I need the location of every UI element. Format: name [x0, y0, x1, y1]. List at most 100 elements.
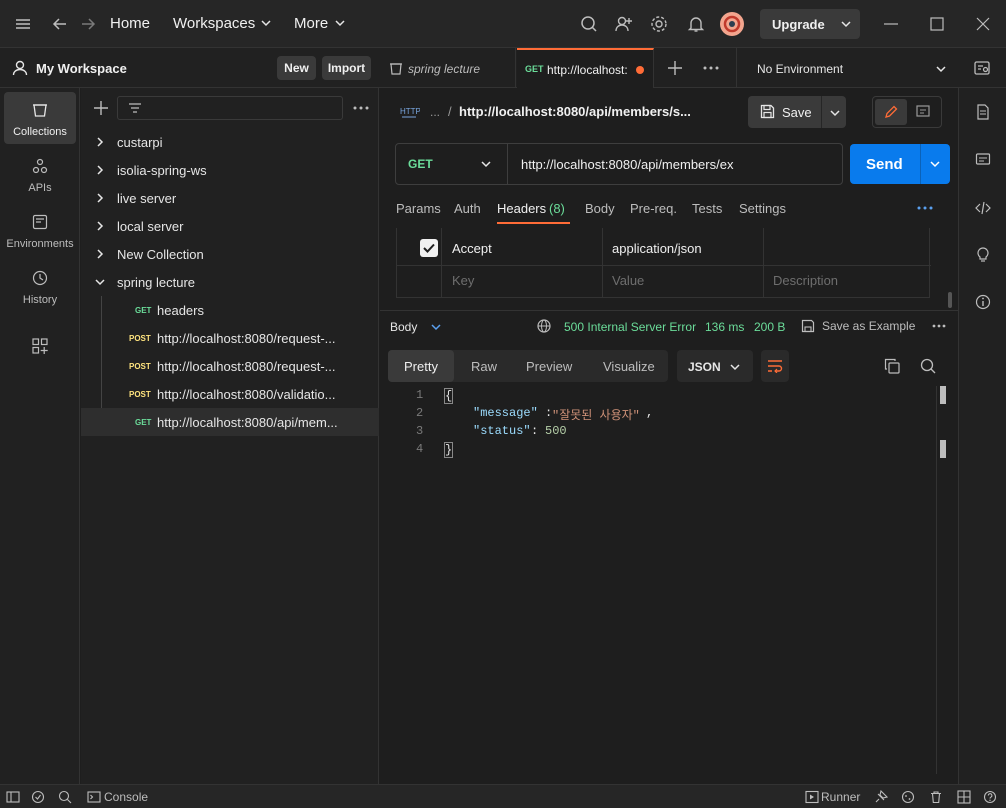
tab-spring-lecture[interactable]: spring lecture — [380, 48, 516, 88]
console-button[interactable]: Console — [104, 790, 148, 804]
minimize-icon[interactable] — [884, 23, 898, 25]
copy-icon[interactable] — [884, 358, 900, 374]
back-arrow-icon[interactable] — [52, 16, 68, 32]
menu-icon[interactable] — [14, 16, 32, 32]
breadcrumb-ellipsis[interactable]: ... — [430, 105, 440, 119]
url-input[interactable]: http://localhost:8080/api/members/ex — [521, 157, 733, 172]
environment-quicklook-icon[interactable] — [974, 60, 990, 76]
request-item[interactable]: GET headers — [81, 296, 379, 324]
collection-item[interactable]: local server — [81, 212, 379, 240]
new-button[interactable]: New — [277, 56, 316, 80]
capture-icon[interactable] — [874, 790, 888, 804]
invite-user-icon[interactable] — [615, 15, 633, 33]
chevron-down-icon[interactable] — [929, 159, 941, 169]
online-status-icon[interactable] — [31, 790, 45, 804]
comment-mode-icon[interactable] — [916, 105, 930, 119]
more-menu[interactable]: More — [294, 15, 328, 32]
add-ons-icon[interactable] — [32, 338, 48, 354]
collection-item[interactable]: spring lecture — [81, 268, 379, 296]
tab-tests[interactable]: Tests — [692, 201, 722, 216]
code-scrollbar[interactable] — [940, 386, 946, 404]
sidebar-item-collections[interactable]: Collections — [4, 92, 76, 144]
response-code[interactable]: 1 2 3 4 { "message" : "잘못된 사용자" , "statu… — [380, 386, 950, 506]
collection-item[interactable]: New Collection — [81, 240, 379, 268]
description-placeholder[interactable]: Description — [773, 273, 838, 288]
gear-icon[interactable] — [650, 15, 668, 33]
response-time[interactable]: 136 ms — [705, 320, 744, 334]
filter-input[interactable] — [117, 96, 343, 120]
tab-params[interactable]: Params — [396, 201, 441, 216]
forward-arrow-icon[interactable] — [80, 16, 96, 32]
layout-icon[interactable] — [957, 790, 971, 804]
trash-icon[interactable] — [929, 790, 943, 804]
status-badge[interactable]: 500 Internal Server Error — [564, 320, 696, 334]
response-size[interactable]: 200 B — [754, 320, 785, 334]
value-placeholder[interactable]: Value — [612, 273, 644, 288]
collection-item[interactable]: live server — [81, 184, 379, 212]
header-key[interactable]: Accept — [452, 241, 492, 256]
more-horizontal-icon[interactable] — [353, 106, 369, 110]
request-item[interactable]: POST http://localhost:8080/validatio... — [81, 380, 379, 408]
close-icon[interactable] — [976, 17, 990, 31]
workspaces-menu[interactable]: Workspaces — [173, 15, 255, 32]
info-icon[interactable] — [975, 294, 991, 310]
bell-icon[interactable] — [687, 15, 705, 33]
sidebar-item-history[interactable]: History — [4, 260, 76, 312]
tab-preview[interactable]: Preview — [526, 359, 572, 374]
help-icon[interactable] — [983, 790, 997, 804]
code-snippet-icon[interactable] — [975, 200, 991, 216]
request-name: http://localhost:8080/api/mem... — [157, 415, 338, 430]
upgrade-button[interactable]: Upgrade — [760, 9, 860, 39]
cookies-icon[interactable] — [901, 790, 915, 804]
avatar[interactable] — [720, 12, 744, 36]
request-item-selected[interactable]: GET http://localhost:8080/api/mem... — [81, 408, 379, 436]
import-button[interactable]: Import — [322, 56, 371, 80]
toggle-sidebar-icon[interactable] — [6, 790, 20, 804]
send-button[interactable]: Send — [866, 156, 903, 173]
search-icon[interactable] — [580, 15, 598, 33]
edit-mode-button[interactable] — [875, 99, 907, 125]
environment-select[interactable]: No Environment — [736, 48, 956, 88]
method-select[interactable]: GET — [396, 144, 508, 184]
chevron-down-icon[interactable] — [430, 322, 442, 332]
collection-item[interactable]: custarpi — [81, 128, 379, 156]
tab-raw[interactable]: Raw — [471, 359, 497, 374]
sidebar-item-apis[interactable]: APIs — [4, 148, 76, 200]
lightbulb-icon[interactable] — [975, 246, 991, 262]
wrap-lines-button[interactable] — [761, 350, 789, 382]
plus-icon[interactable] — [667, 60, 683, 76]
headers-scrollbar[interactable] — [948, 292, 952, 308]
tab-auth[interactable]: Auth — [454, 201, 481, 216]
format-select[interactable]: JSON — [677, 350, 753, 382]
search-icon[interactable] — [920, 358, 936, 374]
more-horizontal-icon[interactable] — [917, 206, 933, 210]
tab-pretty[interactable]: Pretty — [388, 350, 454, 382]
response-body-label[interactable]: Body — [390, 320, 417, 334]
tab-body[interactable]: Body — [585, 201, 615, 216]
comments-icon[interactable] — [975, 152, 991, 168]
find-icon[interactable] — [58, 790, 72, 804]
tab-headers[interactable]: Headers (8) — [497, 198, 570, 224]
tab-visualize[interactable]: Visualize — [603, 359, 655, 374]
header-checkbox[interactable] — [420, 239, 438, 257]
save-as-example-button[interactable]: Save as Example — [822, 319, 915, 333]
more-horizontal-icon[interactable] — [932, 324, 946, 328]
tab-prereq[interactable]: Pre-req. — [630, 201, 677, 216]
key-placeholder[interactable]: Key — [452, 273, 474, 288]
collection-item[interactable]: isolia-spring-ws — [81, 156, 379, 184]
tab-settings[interactable]: Settings — [739, 201, 786, 216]
header-value[interactable]: application/json — [612, 241, 702, 256]
sidebar-item-environments[interactable]: Environments — [4, 204, 76, 256]
save-button[interactable]: Save — [748, 96, 822, 128]
home-link[interactable]: Home — [110, 15, 150, 32]
more-horizontal-icon[interactable] — [703, 66, 719, 70]
history-icon — [32, 270, 48, 286]
maximize-icon[interactable] — [930, 17, 944, 31]
request-item[interactable]: POST http://localhost:8080/request-... — [81, 324, 379, 352]
documentation-icon[interactable] — [975, 104, 991, 120]
plus-icon[interactable] — [93, 100, 109, 116]
tab-active-request[interactable]: GET http://localhost: — [517, 48, 654, 88]
runner-button[interactable]: Runner — [821, 790, 860, 804]
chevron-down-icon[interactable] — [829, 108, 841, 118]
request-item[interactable]: POST http://localhost:8080/request-... — [81, 352, 379, 380]
